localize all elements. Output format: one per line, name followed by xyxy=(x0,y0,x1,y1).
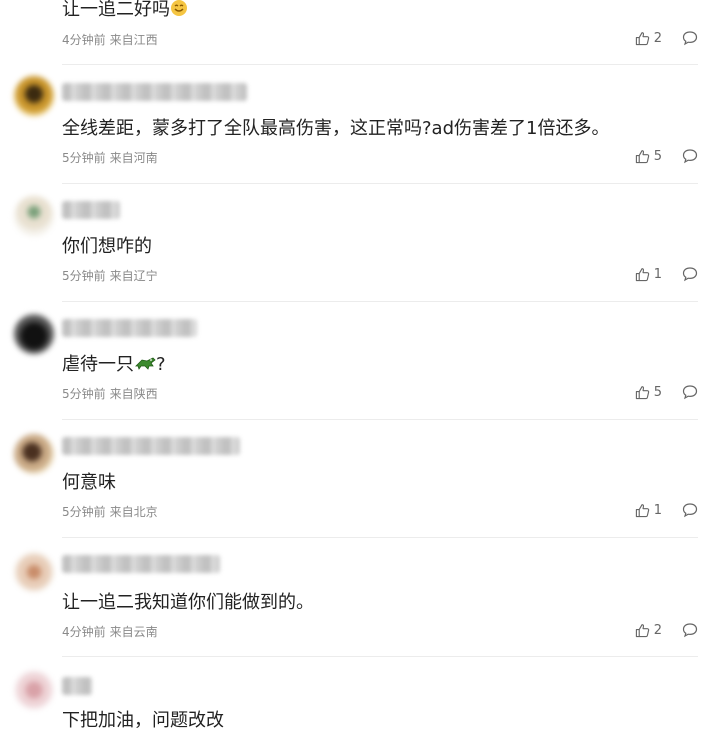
comment-location: 来自河南 xyxy=(109,151,158,165)
comment-meta: 4分钟前 来自云南 xyxy=(62,623,158,640)
like-count: 2 xyxy=(653,30,662,46)
comment-time: 4分钟前 xyxy=(62,625,106,639)
comment-item: 下把加油，问题改改 xyxy=(0,658,720,731)
comment-text: 虐待一只 xyxy=(62,354,134,375)
smile-emoji-icon xyxy=(170,0,188,22)
like-button[interactable]: 5 xyxy=(635,385,662,400)
comment-location: 来自江西 xyxy=(109,33,158,47)
like-button[interactable]: 2 xyxy=(635,31,662,46)
comment-text: 你们想咋的 xyxy=(62,236,152,257)
like-count: 1 xyxy=(653,502,662,518)
thumbs-up-icon xyxy=(635,267,649,281)
comment-item: 虐待一只? 5分钟前 来自陕西 5 xyxy=(0,302,720,420)
like-button[interactable]: 2 xyxy=(635,623,662,638)
avatar[interactable] xyxy=(14,670,54,710)
comment-location: 来自云南 xyxy=(109,625,158,639)
avatar[interactable] xyxy=(14,552,54,592)
comment-text: 让一追二我知道你们能做到的。 xyxy=(62,592,314,613)
comment-time: 5分钟前 xyxy=(62,387,106,401)
comment-location: 来自陕西 xyxy=(109,387,158,401)
username-blurred[interactable] xyxy=(62,677,92,695)
like-button[interactable]: 5 xyxy=(635,149,662,164)
thumbs-up-icon xyxy=(635,503,649,517)
comment-bubble-icon[interactable] xyxy=(682,384,698,400)
comment-meta: 4分钟前 来自江西 xyxy=(62,31,158,48)
crocodile-emoji-icon xyxy=(134,354,156,377)
comment-meta: 5分钟前 来自陕西 xyxy=(62,385,158,402)
comment-bubble-icon[interactable] xyxy=(682,148,698,164)
comment-text-suffix: ? xyxy=(156,354,166,375)
comment-time: 5分钟前 xyxy=(62,151,106,165)
comment-bubble-icon[interactable] xyxy=(682,266,698,282)
comment-bubble-icon[interactable] xyxy=(682,30,698,46)
avatar[interactable] xyxy=(14,196,54,236)
comment-meta: 5分钟前 来自河南 xyxy=(62,149,158,166)
thumbs-up-icon xyxy=(635,31,649,45)
comment-bubble-icon[interactable] xyxy=(682,622,698,638)
comment-item: 让一追二我知道你们能做到的。 4分钟前 来自云南 2 xyxy=(0,538,720,657)
comment-meta: 5分钟前 来自北京 xyxy=(62,503,158,520)
like-button[interactable]: 1 xyxy=(635,267,662,282)
divider xyxy=(62,656,698,657)
comment-item: 全线差距，蒙多打了全队最高伤害，这正常吗?ad伤害差了1倍还多。 5分钟前 来自河… xyxy=(0,66,720,184)
comment-time: 5分钟前 xyxy=(62,269,106,283)
username-blurred[interactable] xyxy=(62,437,240,455)
comment-item: 让一追二好吗 4分钟前 来自江西 2 xyxy=(0,0,720,65)
comment-item: 你们想咋的 5分钟前 来自辽宁 1 xyxy=(0,184,720,302)
comment-bubble-icon[interactable] xyxy=(682,502,698,518)
comment-location: 来自辽宁 xyxy=(109,269,158,283)
username-blurred[interactable] xyxy=(62,83,247,101)
avatar[interactable] xyxy=(14,314,54,354)
like-count: 5 xyxy=(653,148,662,164)
thumbs-up-icon xyxy=(635,149,649,163)
username-blurred[interactable] xyxy=(62,201,120,219)
comment-text: 下把加油，问题改改 xyxy=(62,710,224,731)
comment-text: 全线差距，蒙多打了全队最高伤害，这正常吗?ad伤害差了1倍还多。 xyxy=(62,118,610,139)
comment-time: 5分钟前 xyxy=(62,505,106,519)
thumbs-up-icon xyxy=(635,623,649,637)
username-blurred[interactable] xyxy=(62,555,220,573)
comment-text: 让一追二好吗 xyxy=(62,0,170,20)
username-blurred[interactable] xyxy=(62,319,197,337)
like-count: 2 xyxy=(653,622,662,638)
comment-location: 来自北京 xyxy=(109,505,158,519)
like-count: 1 xyxy=(653,266,662,282)
thumbs-up-icon xyxy=(635,385,649,399)
avatar[interactable] xyxy=(14,434,54,474)
like-count: 5 xyxy=(653,384,662,400)
like-button[interactable]: 1 xyxy=(635,503,662,518)
comment-text: 何意味 xyxy=(62,472,116,493)
divider xyxy=(62,64,698,65)
avatar[interactable] xyxy=(14,76,54,116)
comment-item: 何意味 5分钟前 来自北京 1 xyxy=(0,420,720,538)
comment-meta: 5分钟前 来自辽宁 xyxy=(62,267,158,284)
comment-time: 4分钟前 xyxy=(62,33,106,47)
